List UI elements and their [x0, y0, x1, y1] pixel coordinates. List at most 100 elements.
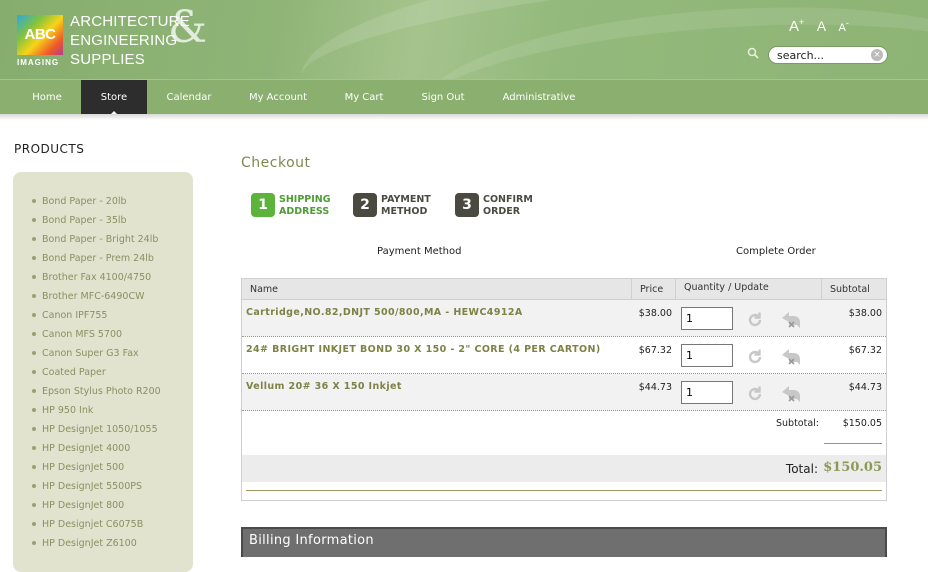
col-header-name: Name: [250, 284, 279, 295]
bullet-icon: [32, 331, 36, 336]
remove-item-icon[interactable]: [780, 347, 802, 367]
product-link[interactable]: Bond Paper - 35lb: [32, 215, 161, 234]
product-list: Bond Paper - 20lb Bond Paper - 35lb Bond P…: [32, 196, 161, 557]
decrease-font-letter: A: [838, 22, 846, 34]
cart-item-name[interactable]: 24# BRIGHT INKJET BOND 30 X 150 - 2" COR…: [246, 344, 601, 355]
product-link[interactable]: Bond Paper - Prem 24lb: [32, 253, 161, 272]
nav-sign-out[interactable]: Sign Out: [416, 80, 470, 115]
cart-row: Cartridge,NO.82,DNJT 500/800,MA - HEWC49…: [242, 300, 886, 337]
product-link[interactable]: Canon MFS 5700: [32, 329, 161, 348]
subtotal-divider: [824, 443, 882, 444]
product-link-label: Coated Paper: [42, 367, 106, 378]
nav-my-account[interactable]: My Account: [243, 80, 313, 115]
product-link[interactable]: Canon Super G3 Fax: [32, 348, 161, 367]
nav-calendar[interactable]: Calendar: [160, 80, 218, 115]
bullet-icon: [32, 293, 36, 298]
nav-store[interactable]: Store: [81, 80, 147, 115]
payment-method-subheading: Payment Method: [377, 246, 462, 257]
cart-row: 24# BRIGHT INKJET BOND 30 X 150 - 2" COR…: [242, 337, 886, 374]
update-quantity-icon[interactable]: [745, 310, 765, 330]
nav-home[interactable]: Home: [20, 80, 74, 115]
product-link[interactable]: HP DesignJet Z6100: [32, 538, 161, 557]
complete-order-subheading: Complete Order: [736, 246, 816, 257]
increase-font-button[interactable]: A+: [789, 17, 804, 35]
product-link[interactable]: HP Designjet C6075B: [32, 519, 161, 538]
cart-item-price: $67.32: [638, 345, 672, 356]
quantity-input[interactable]: [681, 381, 733, 404]
cart-item-name[interactable]: Vellum 20# 36 X 150 Inkjet: [246, 381, 402, 392]
main-nav: Home Store Calendar My Account My Cart S…: [0, 79, 928, 115]
product-link[interactable]: Brother MFC-6490CW: [32, 291, 161, 310]
cart-item-subtotal: $67.32: [848, 345, 882, 356]
product-link[interactable]: Epson Stylus Photo R200: [32, 386, 161, 405]
product-link[interactable]: Coated Paper: [32, 367, 161, 386]
bullet-icon: [32, 274, 36, 279]
logo-mark[interactable]: ABC: [17, 15, 63, 55]
cart-table: Name Price Quantity / Update Subtotal Ca…: [241, 278, 887, 501]
increase-font-plus: +: [799, 17, 805, 27]
column-divider: [675, 279, 676, 300]
product-link[interactable]: HP 950 Ink: [32, 405, 161, 424]
product-link[interactable]: HP DesignJet 1050/1055: [32, 424, 161, 443]
logo-ampersand: &: [168, 2, 208, 53]
step-number: 3: [455, 193, 479, 217]
remove-item-icon[interactable]: [780, 310, 802, 330]
font-size-controls: A+ A A-: [789, 17, 857, 36]
logo-subtitle: IMAGING: [17, 58, 60, 67]
product-link[interactable]: HP DesignJet 500: [32, 462, 161, 481]
product-link-label: HP DesignJet 500: [42, 462, 125, 473]
cart-item-name[interactable]: Cartridge,NO.82,DNJT 500/800,MA - HEWC49…: [246, 307, 523, 318]
product-link-label: Bond Paper - Prem 24lb: [42, 253, 154, 264]
normal-font-button[interactable]: A: [817, 18, 826, 34]
clear-search-icon[interactable]: ×: [871, 49, 883, 61]
cart-item-subtotal: $38.00: [848, 308, 882, 319]
step-number: 2: [353, 193, 377, 217]
bullet-icon: [32, 312, 36, 317]
site-header: ABC IMAGING ARCHITECTURE ENGINEERING SUP…: [0, 0, 928, 79]
update-quantity-icon[interactable]: [745, 347, 765, 367]
bullet-icon: [32, 445, 36, 450]
nav-shadow: [0, 114, 928, 120]
step-label-line: PAYMENT: [381, 194, 431, 205]
nav-administrative[interactable]: Administrative: [497, 80, 581, 115]
billing-information-header[interactable]: Billing Information: [241, 527, 887, 557]
quantity-input[interactable]: [681, 307, 733, 330]
product-link[interactable]: HP DesignJet 800: [32, 500, 161, 519]
col-header-qty: Quantity / Update: [684, 282, 769, 293]
step-label-line: SHIPPING: [279, 194, 331, 205]
total-row: Total: $150.05: [242, 455, 886, 482]
product-link-label: HP DesignJet 1050/1055: [42, 424, 158, 435]
products-heading: PRODUCTS: [14, 142, 85, 156]
product-link[interactable]: HP DesignJet 4000: [32, 443, 161, 462]
product-link-label: Bond Paper - Bright 24lb: [42, 234, 159, 245]
bullet-icon: [32, 426, 36, 431]
quantity-input[interactable]: [681, 344, 733, 367]
total-value: $150.05: [823, 460, 882, 475]
bullet-icon: [32, 521, 36, 526]
cart-item-price: $38.00: [638, 308, 672, 319]
search-input[interactable]: [777, 48, 873, 63]
total-divider: [246, 490, 882, 491]
bullet-icon: [32, 502, 36, 507]
remove-item-icon[interactable]: [780, 384, 802, 404]
product-link[interactable]: Bond Paper - Bright 24lb: [32, 234, 161, 253]
decrease-font-button[interactable]: A-: [839, 18, 849, 34]
product-link[interactable]: HP DesignJet 5500PS: [32, 481, 161, 500]
bullet-icon: [32, 388, 36, 393]
product-link[interactable]: Bond Paper - 20lb: [32, 196, 161, 215]
product-link[interactable]: Canon IPF755: [32, 310, 161, 329]
bullet-icon: [32, 464, 36, 469]
product-link-label: HP DesignJet 5500PS: [42, 481, 143, 492]
nav-my-cart[interactable]: My Cart: [338, 80, 390, 115]
product-link-label: HP 950 Ink: [42, 405, 94, 416]
product-link-label: HP DesignJet Z6100: [42, 538, 137, 549]
update-quantity-icon[interactable]: [745, 384, 765, 404]
product-link[interactable]: Brother Fax 4100/4750: [32, 272, 161, 291]
product-link-label: HP DesignJet 4000: [42, 443, 131, 454]
billing-information-title: Billing Information: [249, 533, 374, 548]
bullet-icon: [32, 369, 36, 374]
step-label: SHIPPING ADDRESS: [279, 194, 331, 218]
search-icon[interactable]: [747, 47, 759, 59]
col-header-subtotal: Subtotal: [830, 284, 870, 295]
column-divider: [631, 279, 632, 300]
